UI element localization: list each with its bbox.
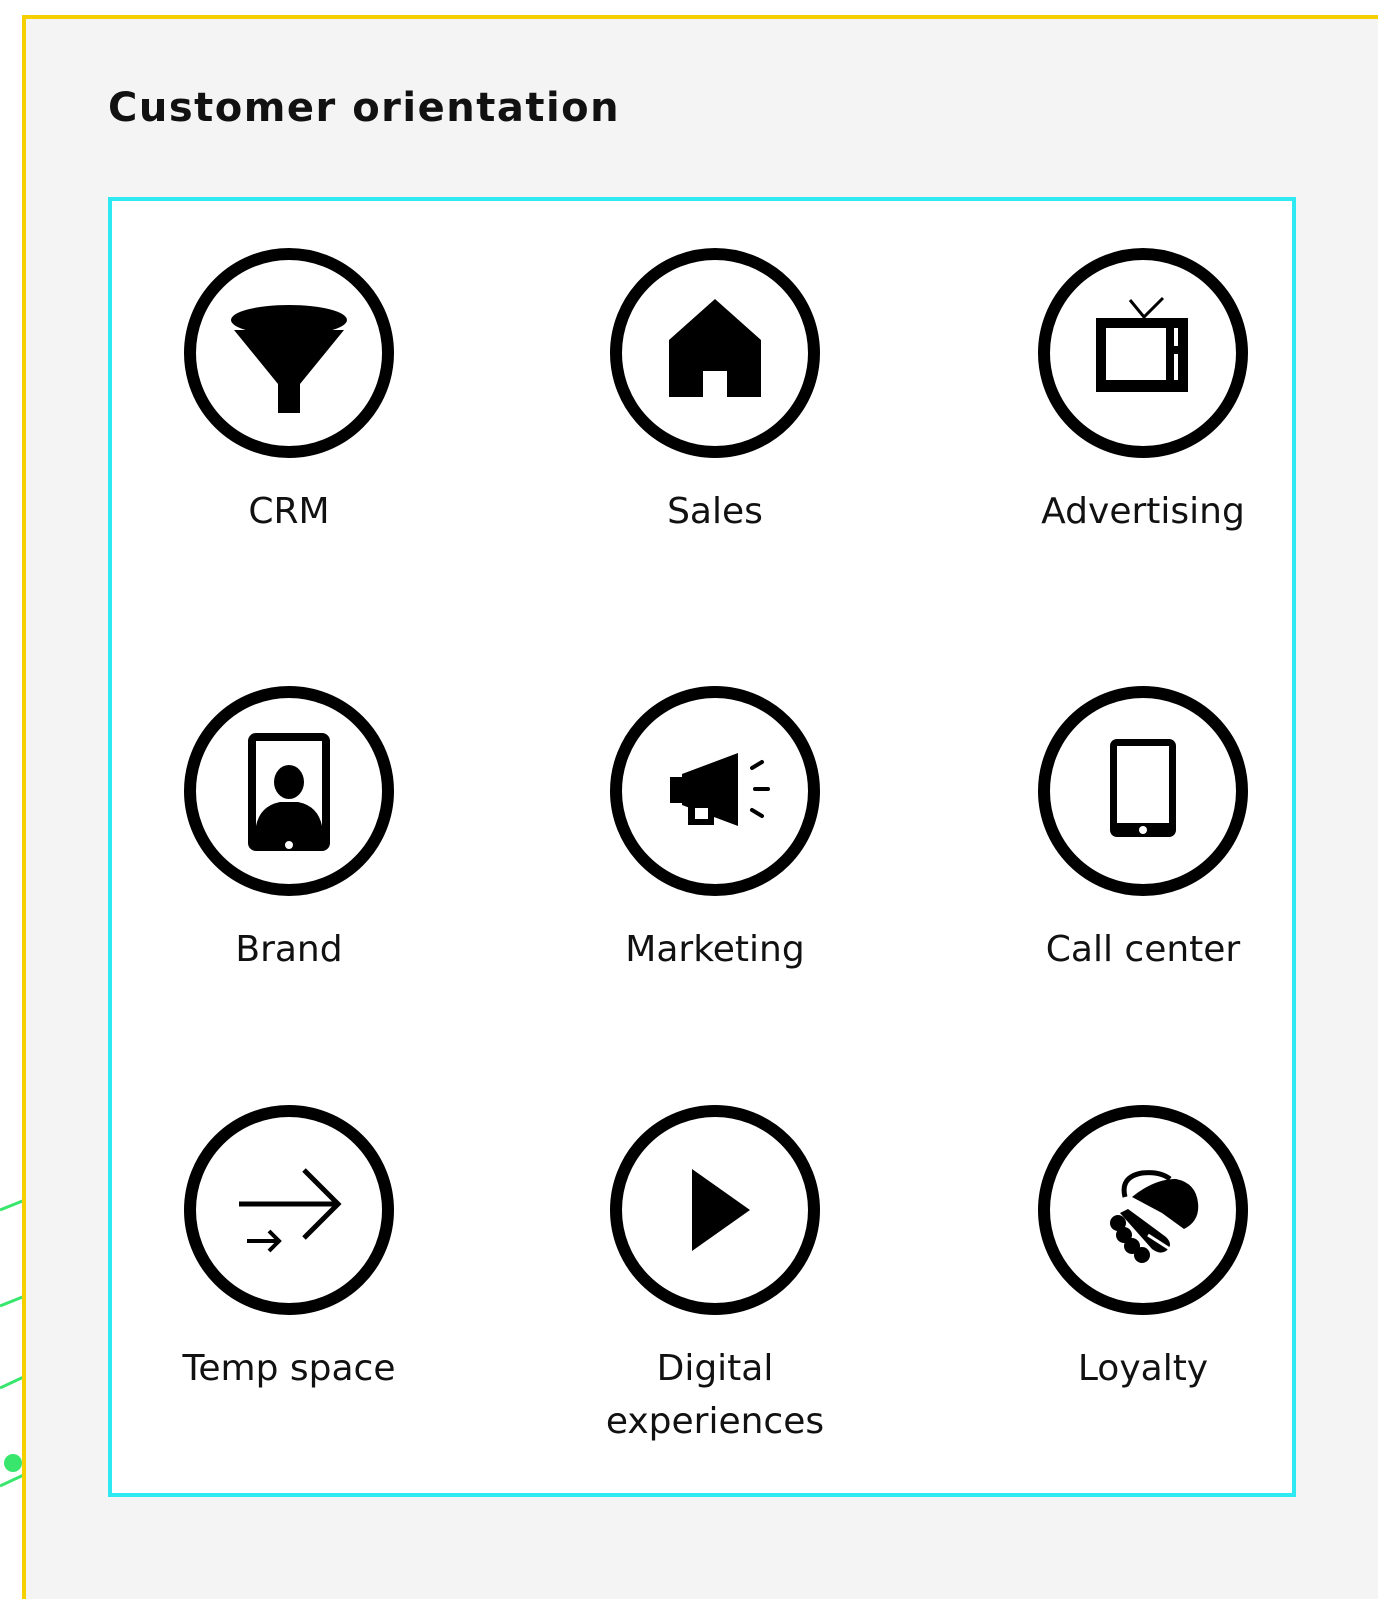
loyalty-icon-circle bbox=[1038, 1105, 1248, 1315]
arrows-icon bbox=[239, 1168, 342, 1253]
page: Customer orientation CRM Sales Advertisi… bbox=[0, 0, 1378, 1599]
megaphone-icon bbox=[670, 753, 770, 826]
loyalty-label: Loyalty bbox=[1077, 1348, 1209, 1389]
sales-label: Sales bbox=[667, 491, 763, 532]
tile-sales[interactable]: Sales bbox=[565, 248, 865, 538]
tablet-icon bbox=[1110, 739, 1176, 837]
tile-digital-experiences[interactable]: Digital experiences bbox=[565, 1105, 865, 1448]
advertising-label: Advertising bbox=[1041, 491, 1245, 532]
digital-experiences-icon-circle bbox=[610, 1105, 820, 1315]
tile-brand[interactable]: Brand bbox=[139, 686, 439, 976]
tile-marketing[interactable]: Marketing bbox=[565, 686, 865, 976]
tile-advertising[interactable]: Advertising bbox=[993, 248, 1293, 538]
funnel-icon bbox=[231, 305, 347, 413]
brand-label: Brand bbox=[235, 929, 343, 970]
brand-icon-circle bbox=[184, 686, 394, 896]
tile-temp-space[interactable]: Temp space bbox=[139, 1105, 439, 1395]
television-icon bbox=[1096, 296, 1188, 392]
handshake-icon bbox=[1110, 1170, 1199, 1263]
marketing-label: Marketing bbox=[625, 929, 805, 970]
digital-experiences-label: Digital experiences bbox=[605, 1348, 825, 1442]
sales-icon-circle bbox=[610, 248, 820, 458]
tile-call-center[interactable]: Call center bbox=[993, 686, 1293, 976]
crm-icon-circle bbox=[184, 248, 394, 458]
play-icon bbox=[692, 1169, 750, 1251]
marketing-icon-circle bbox=[610, 686, 820, 896]
house-icon bbox=[669, 299, 761, 397]
tablet-profile-icon bbox=[248, 733, 330, 851]
tile-loyalty[interactable]: Loyalty bbox=[993, 1105, 1293, 1395]
call-center-label: Call center bbox=[1045, 929, 1241, 970]
temp-space-icon-circle bbox=[184, 1105, 394, 1315]
page-title: Customer orientation bbox=[108, 85, 621, 131]
crm-label: CRM bbox=[248, 491, 330, 532]
tile-crm[interactable]: CRM bbox=[139, 248, 439, 538]
topics-grid: CRM Sales Advertising Brand Marketing Ca… bbox=[108, 197, 1296, 1497]
advertising-icon-circle bbox=[1038, 248, 1248, 458]
call-center-icon-circle bbox=[1038, 686, 1248, 896]
temp-space-label: Temp space bbox=[182, 1348, 396, 1389]
